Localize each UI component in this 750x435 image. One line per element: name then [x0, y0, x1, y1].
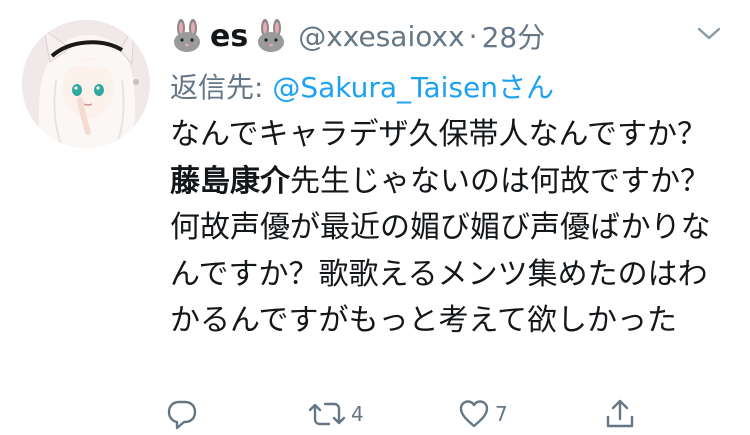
- reply-button[interactable]: [165, 396, 203, 432]
- rabbit-face-emoji-icon: [170, 19, 204, 53]
- share-icon: [606, 399, 634, 428]
- tweet-actions: 4 7: [165, 396, 645, 432]
- like-count: 7: [495, 402, 508, 426]
- reply-suffix: さん: [498, 71, 555, 104]
- share-button[interactable]: [603, 396, 641, 432]
- avatar[interactable]: [22, 20, 150, 148]
- tweet-text: なんでキャラデザ久保帯人なんですか？藤島康介先生じゃないのは何故ですか？何故声優…: [170, 112, 730, 345]
- like-button[interactable]: 7: [457, 396, 508, 432]
- reply-context: 返信先: @Sakura_Taisenさん: [170, 66, 554, 106]
- rabbit-face-emoji-icon: [254, 19, 288, 53]
- timestamp[interactable]: 28分: [482, 16, 546, 56]
- display-name[interactable]: es: [170, 19, 288, 54]
- reply-bubble-icon: [167, 400, 197, 430]
- retweet-icon: [308, 402, 346, 426]
- tweet: es @xxesaioxx · 28分 返信先: @Sakura_Taisenさ: [0, 0, 750, 435]
- reply-prefix: 返信先:: [170, 71, 273, 104]
- separator-dot: ·: [468, 19, 478, 53]
- display-name-text: es: [210, 18, 249, 54]
- retweet-count: 4: [351, 402, 364, 426]
- heart-icon: [459, 400, 489, 428]
- chevron-down-icon[interactable]: [696, 26, 722, 42]
- user-handle[interactable]: @xxesaioxx: [298, 20, 464, 53]
- tweet-text-part1: なんでキャラデザ久保帯人なんですか？: [170, 117, 707, 152]
- retweet-button[interactable]: 4: [307, 396, 364, 432]
- tweet-header: es @xxesaioxx · 28分: [170, 16, 545, 56]
- tweet-text-bold: 藤島康介: [170, 163, 290, 199]
- reply-mention-link[interactable]: @Sakura_Taisen: [272, 71, 498, 104]
